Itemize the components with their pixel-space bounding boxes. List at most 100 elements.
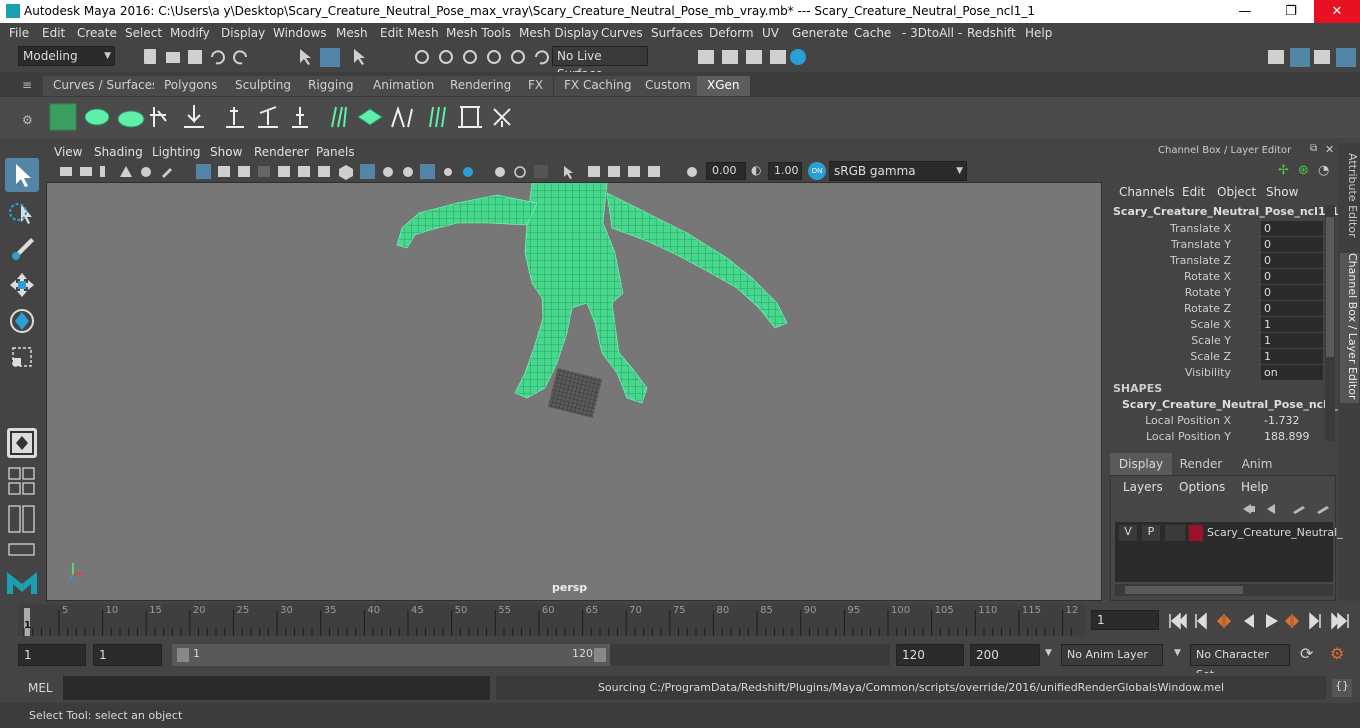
- shelf-tab-polygons[interactable]: Polygons: [154, 76, 229, 96]
- float-icon[interactable]: ⧉: [1310, 143, 1317, 154]
- cb-menu-channels[interactable]: Channels: [1119, 185, 1175, 199]
- shelf-tab-rigging[interactable]: Rigging: [298, 76, 365, 96]
- shelf-tab-curves-surfaces[interactable]: Curves / Surfaces: [43, 76, 170, 96]
- color-space-selector[interactable]: sRGB gamma ▼: [829, 161, 967, 181]
- menu-help[interactable]: Help: [1025, 26, 1052, 40]
- character-set-selector[interactable]: No Character Set: [1190, 644, 1290, 681]
- minimize-button[interactable]: —: [1222, 0, 1268, 23]
- layer-scrollbar[interactable]: [1115, 584, 1333, 596]
- maximize-button[interactable]: ❐: [1268, 0, 1314, 23]
- layer-playback-toggle[interactable]: P: [1142, 525, 1160, 541]
- range-start-handle[interactable]: [177, 648, 189, 662]
- cb-attr-scale-y[interactable]: Scale Y1: [1105, 333, 1325, 349]
- mode-selector[interactable]: Modeling ▼: [18, 46, 115, 66]
- layer-tab-anim[interactable]: Anim: [1230, 453, 1284, 475]
- script-language-label[interactable]: MEL: [28, 681, 53, 695]
- menu-modify[interactable]: Modify: [170, 26, 210, 40]
- menu-uv[interactable]: UV: [762, 26, 779, 40]
- cb-attr-scale-z[interactable]: Scale Z1: [1105, 349, 1325, 365]
- menu-redshift[interactable]: Redshift: [967, 26, 1016, 40]
- close-button[interactable]: ✕: [1314, 0, 1360, 23]
- anim-layer-chevron-down-icon[interactable]: ▼: [1045, 648, 1052, 658]
- select-tool[interactable]: [5, 158, 39, 192]
- panel-menu-panels[interactable]: Panels: [316, 145, 355, 159]
- live-surface-field[interactable]: No Live Surface: [552, 46, 648, 81]
- cb-shape-local-position-y[interactable]: Local Position Y 188.899: [1105, 429, 1325, 445]
- shelf-tab-custom[interactable]: Custom: [635, 76, 702, 96]
- panel-menu-view[interactable]: View: [54, 145, 82, 159]
- panel-menu-renderer[interactable]: Renderer: [254, 145, 309, 159]
- current-frame-field[interactable]: 1: [1091, 610, 1159, 630]
- layer-menu-help[interactable]: Help: [1241, 480, 1268, 494]
- layer-scrollbar-thumb[interactable]: [1125, 586, 1243, 594]
- cb-attr-rotate-y[interactable]: Rotate Y0: [1105, 285, 1325, 301]
- layer-color-swatch[interactable]: [1189, 525, 1203, 541]
- menu-mesh-tools[interactable]: Mesh Tools: [446, 26, 511, 40]
- shelf-tab-fx[interactable]: FX: [518, 76, 555, 96]
- cb-attr-rotate-x[interactable]: Rotate X0: [1105, 269, 1325, 285]
- menu-file[interactable]: File: [9, 26, 29, 40]
- character-set-chevron-down-icon[interactable]: ▼: [1174, 648, 1181, 658]
- creature-mesh[interactable]: [396, 183, 788, 404]
- cb-scrollbar[interactable]: [1325, 205, 1335, 441]
- menu-create[interactable]: Create: [77, 26, 117, 40]
- gamma-field[interactable]: 1.00: [768, 162, 802, 180]
- tab-attribute-editor[interactable]: Attribute Editor: [1340, 153, 1359, 238]
- layer-menu-options[interactable]: Options: [1179, 480, 1225, 494]
- anim-layer-selector[interactable]: No Anim Layer: [1061, 644, 1163, 666]
- shelf-tab-sculpting[interactable]: Sculpting: [225, 76, 303, 96]
- shelf-tab-fx-caching[interactable]: FX Caching: [554, 76, 643, 96]
- animation-end-field[interactable]: 200: [970, 644, 1040, 666]
- layer-menu-layers[interactable]: Layers: [1123, 480, 1163, 494]
- cb-attr-translate-y[interactable]: Translate Y0: [1105, 237, 1325, 253]
- menu-3dtoall[interactable]: - 3DtoAll -: [902, 26, 962, 40]
- auto-key-icon[interactable]: ⟳: [1300, 644, 1313, 663]
- layer-tab-display[interactable]: Display: [1110, 453, 1172, 475]
- menu-edit-mesh[interactable]: Edit Mesh: [380, 26, 439, 40]
- layout-single-button[interactable]: [7, 428, 37, 458]
- time-slider[interactable]: 1 5 10 15 20 25 30 35 40 45 50 55 60 65 70 75 80 85 90 95 1…: [0, 602, 1360, 637]
- move-tool[interactable]: [5, 268, 39, 302]
- color-management-icon[interactable]: ON: [808, 162, 826, 180]
- playback-end-field[interactable]: 120: [896, 644, 964, 666]
- script-editor-icon[interactable]: {}: [1332, 679, 1352, 697]
- panel-menu-lighting[interactable]: Lighting: [152, 145, 201, 159]
- menu-deform[interactable]: Deform: [709, 26, 754, 40]
- cb-menu-edit[interactable]: Edit: [1182, 185, 1205, 199]
- cb-attr-translate-z[interactable]: Translate Z0: [1105, 253, 1325, 269]
- exposure-field[interactable]: 0.00: [706, 162, 746, 180]
- animation-preferences-icon[interactable]: ⚙: [1330, 644, 1344, 663]
- layer-display-type[interactable]: [1165, 525, 1185, 541]
- shelf-tab-animation[interactable]: Animation: [363, 76, 446, 96]
- shelf-tab-rendering[interactable]: Rendering: [440, 76, 523, 96]
- cb-menu-object[interactable]: Object: [1217, 185, 1256, 199]
- cb-shape-local-position-x[interactable]: Local Position X -1.732: [1105, 413, 1325, 429]
- menu-windows[interactable]: Windows: [273, 26, 327, 40]
- menu-generate[interactable]: Generate: [792, 26, 848, 40]
- lasso-tool[interactable]: [5, 196, 39, 230]
- close-panel-icon[interactable]: ✕: [1325, 143, 1334, 156]
- layer-row[interactable]: V P Scary_Creature_Neutral_: [1115, 524, 1343, 542]
- shelf-tab-xgen[interactable]: XGen: [697, 76, 751, 96]
- menu-cache[interactable]: Cache: [854, 26, 891, 40]
- shelf-menu-icon[interactable]: ≡: [22, 78, 32, 92]
- menu-display[interactable]: Display: [221, 26, 265, 40]
- menu-mesh[interactable]: Mesh: [336, 26, 368, 40]
- menu-surfaces[interactable]: Surfaces: [651, 26, 703, 40]
- viewport-persp[interactable]: persp: [46, 182, 1102, 601]
- panel-menu-show[interactable]: Show: [210, 145, 242, 159]
- playback-start-field[interactable]: 1: [93, 644, 162, 666]
- layer-name[interactable]: Scary_Creature_Neutral_: [1207, 526, 1343, 539]
- tab-channel-box-layer-editor[interactable]: Channel Box / Layer Editor: [1340, 253, 1359, 403]
- command-input[interactable]: [63, 676, 490, 700]
- paint-select-tool[interactable]: [5, 232, 39, 266]
- menu-mesh-display[interactable]: Mesh Display: [519, 26, 599, 40]
- cb-menu-show[interactable]: Show: [1266, 185, 1298, 199]
- panel-menu-shading[interactable]: Shading: [94, 145, 143, 159]
- cb-attr-translate-x[interactable]: Translate X0: [1105, 221, 1325, 237]
- cb-attr-scale-x[interactable]: Scale X1: [1105, 317, 1325, 333]
- cb-attr-rotate-z[interactable]: Rotate Z0: [1105, 301, 1325, 317]
- range-end-handle[interactable]: [594, 648, 606, 662]
- cb-attr-visibility[interactable]: Visibility on: [1105, 365, 1325, 381]
- menu-curves[interactable]: Curves: [601, 26, 643, 40]
